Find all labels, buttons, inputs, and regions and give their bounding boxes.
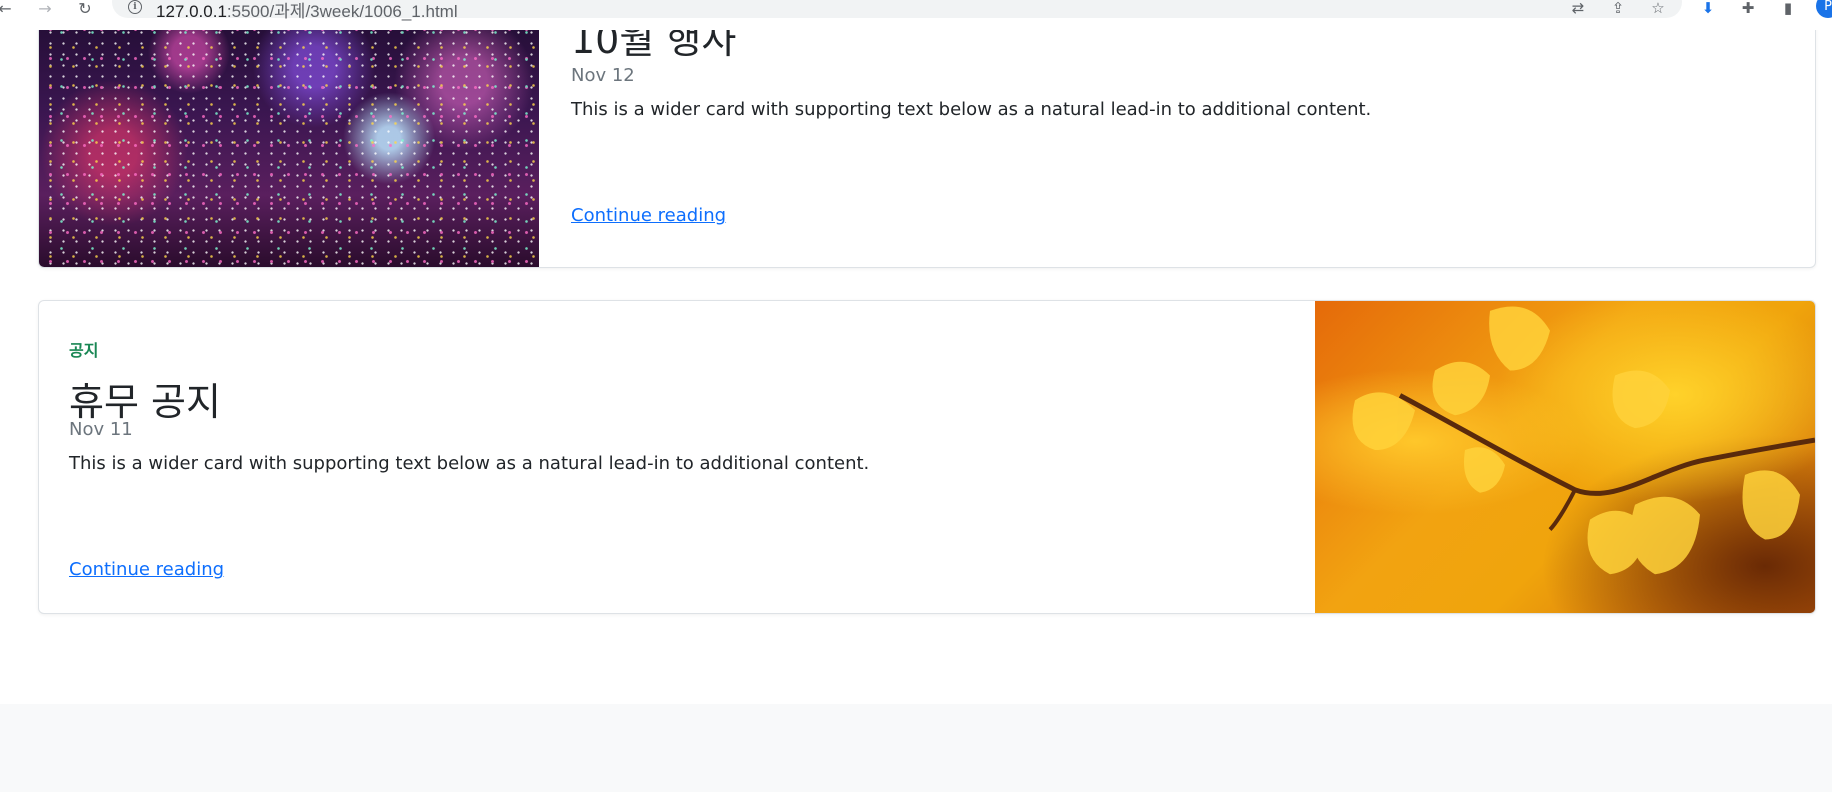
ginkgo-branch-graphic <box>1352 306 1815 575</box>
translate-icon[interactable]: ⇄ <box>1568 0 1588 16</box>
event-card: 10월 행사 Nov 12 This is a wider card with … <box>38 0 1816 268</box>
card-category: 공지 <box>69 341 99 360</box>
back-icon[interactable]: ← <box>0 0 16 18</box>
info-icon[interactable]: i <box>128 0 142 14</box>
ginkgo-leaves-image <box>1315 301 1815 613</box>
card-text: This is a wider card with supporting tex… <box>69 453 870 474</box>
forward-icon[interactable]: → <box>34 0 56 18</box>
address-url[interactable]: 127.0.0.1:5500/과제/3week/1006_1.html <box>156 0 458 22</box>
notice-card: 공지 휴무 공지 Nov 11 This is a wider card wit… <box>38 300 1816 614</box>
page-footer <box>0 704 1832 792</box>
card-date: Nov 12 <box>571 65 635 86</box>
card-date: Nov 11 <box>69 419 133 440</box>
card-text: This is a wider card with supporting tex… <box>571 99 1372 120</box>
reload-icon[interactable]: ↻ <box>74 0 96 18</box>
share-icon[interactable]: ⇪ <box>1608 0 1628 16</box>
address-bar[interactable]: i 127.0.0.1:5500/과제/3week/1006_1.html <box>112 0 1682 21</box>
extensions-puzzle-icon[interactable]: ✚ <box>1738 0 1758 16</box>
browser-toolbar: ← → ↻ i 127.0.0.1:5500/과제/3week/1006_1.h… <box>0 0 1832 30</box>
bookmark-star-icon[interactable]: ☆ <box>1648 0 1668 16</box>
concert-confetti-image <box>39 0 539 267</box>
profile-avatar[interactable]: P <box>1816 0 1832 18</box>
continue-reading-link[interactable]: Continue reading <box>571 205 726 226</box>
card-title: 휴무 공지 <box>69 380 221 424</box>
extension-download-icon[interactable]: ⬇ <box>1698 0 1718 16</box>
side-panel-icon[interactable]: ▮ <box>1778 0 1798 16</box>
continue-reading-link[interactable]: Continue reading <box>69 559 224 580</box>
